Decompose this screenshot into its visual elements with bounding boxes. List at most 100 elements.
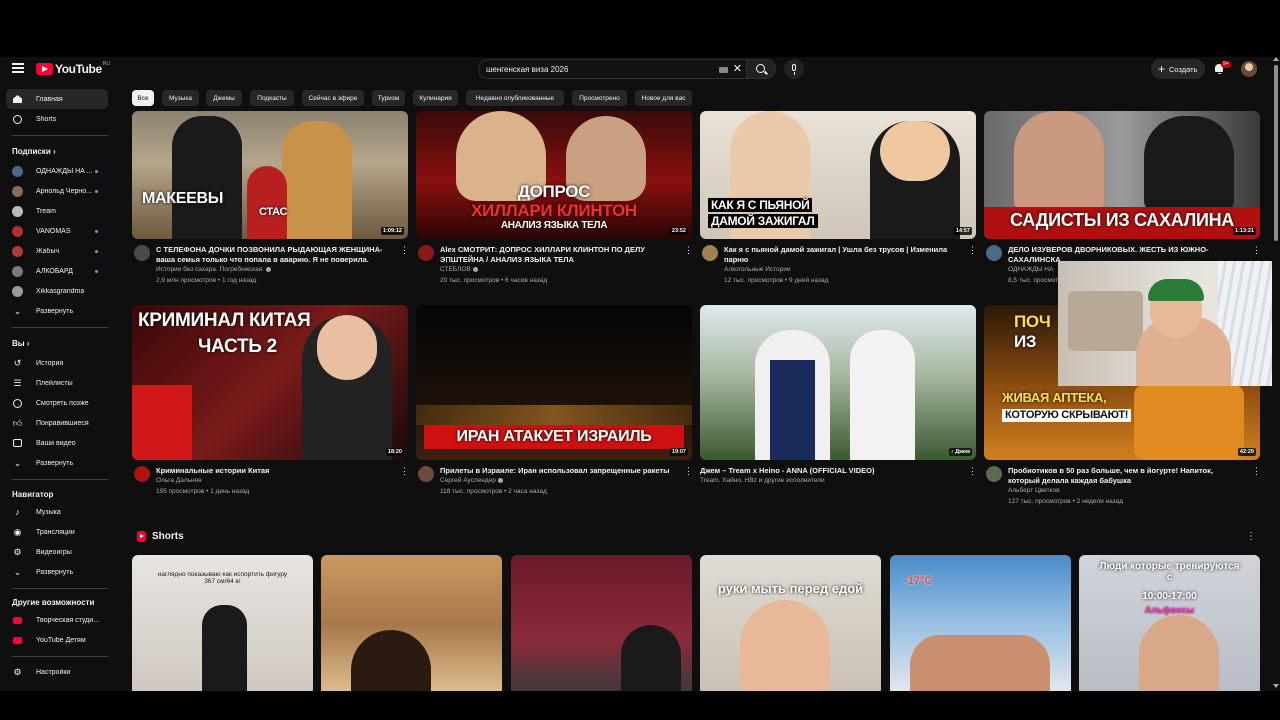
create-button[interactable]: + Создать: [1151, 59, 1205, 79]
sidebar-expand-you[interactable]: ⌄ Развернуть: [6, 453, 108, 473]
video-title[interactable]: Прилеты в Израиле: Иран использовал запр…: [440, 466, 676, 476]
chip-live[interactable]: Сейчас в эфире: [302, 90, 364, 106]
video-thumbnail[interactable]: ИРАН АТАКУЕТ ИЗРАИЛЬ 19:07: [416, 305, 692, 460]
sidebar-item-liked[interactable]: 👍︎ Понравившиеся: [6, 413, 108, 433]
sidebar-expand-subscriptions[interactable]: ⌄ Развернуть: [6, 301, 108, 321]
video-thumbnail[interactable]: КАК Я С ПЬЯНОЙ ДАМОЙ ЗАЖИГАЛ 14:57: [700, 111, 976, 239]
more-options-icon[interactable]: ⋮: [684, 466, 693, 478]
chip-watched[interactable]: Просмотрено: [572, 90, 627, 106]
video-title[interactable]: Как я с пьяной дамой зажигал | Ушла без …: [724, 245, 960, 265]
menu-icon[interactable]: [12, 63, 24, 73]
video-thumbnail[interactable]: МАКЕЕВЫ СТАС 1:09:12: [132, 111, 408, 239]
channel-name[interactable]: ОДНАЖДЫ НА: [1008, 266, 1053, 273]
sidebar-expand-navigator[interactable]: ⌄ Развернуть: [6, 562, 108, 582]
chip-tourism[interactable]: Туризм: [372, 90, 405, 106]
thumbnail-text: САДИСТЫ ИЗ САХАЛИНА: [1009, 210, 1234, 230]
sidebar-subscription[interactable]: АЛКОБАРД: [6, 261, 108, 281]
more-options-icon[interactable]: ⋮: [968, 245, 977, 257]
video-title[interactable]: Криминальные истории Китая: [156, 466, 392, 476]
chip-podcasts[interactable]: Подкасты: [250, 90, 294, 106]
you-heading[interactable]: Вы ›: [12, 339, 30, 348]
sidebar-item-watch-later[interactable]: Смотреть позже: [6, 393, 108, 413]
channel-name[interactable]: Сергей Ауслендер: [440, 477, 503, 484]
chip-music[interactable]: Музыка: [162, 90, 199, 106]
short-card[interactable]: -17°C: [890, 555, 1071, 691]
new-content-dot: [95, 169, 98, 173]
sidebar-item-playlists[interactable]: ☰ Плейлисты: [6, 373, 108, 393]
video-title[interactable]: С ТЕЛЕФОНА ДОЧКИ ПОЗВОНИЛА РЫДАЮЩАЯ ЖЕНЩ…: [156, 245, 392, 265]
sidebar-subscription[interactable]: Арнольд Черно...: [6, 181, 108, 201]
sidebar-item-shorts[interactable]: Shorts: [6, 109, 108, 129]
sidebar-item-live[interactable]: ◉ Трансляции: [6, 522, 108, 542]
channel-avatar[interactable]: [134, 245, 150, 261]
more-options-icon[interactable]: ⋮: [1246, 531, 1256, 542]
clear-icon[interactable]: ✕: [733, 63, 742, 75]
chip-jams[interactable]: Джемы: [206, 90, 242, 106]
chip-recently-uploaded[interactable]: Недавно опубликованные: [466, 90, 564, 106]
masthead: YouTube RU ✕ + Создать 9+: [0, 57, 1280, 81]
more-options-icon[interactable]: ⋮: [1252, 245, 1261, 257]
mic-icon-stand: [793, 72, 795, 75]
page-scrollbar[interactable]: [1272, 57, 1280, 691]
chip-new-to-you[interactable]: Новое для вас: [635, 90, 692, 106]
keyboard-icon[interactable]: [719, 67, 728, 73]
channel-name[interactable]: СТЕБЛОВ: [440, 266, 478, 273]
search-button[interactable]: [746, 59, 776, 79]
video-thumbnail[interactable]: КРИМИНАЛ КИТАЯ ЧАСТЬ 2 18:20: [132, 305, 408, 460]
channel-name[interactable]: Альберт Цветков: [1008, 487, 1060, 494]
short-card[interactable]: наглядно показываю как испортить фигуру …: [132, 555, 313, 691]
channel-avatar[interactable]: [134, 466, 150, 482]
channel-avatar[interactable]: [418, 245, 434, 261]
short-card[interactable]: [511, 555, 692, 691]
sidebar-item-settings[interactable]: ⚙ Настройки: [6, 662, 108, 682]
sidebar-item-kids[interactable]: YouTube Детям: [6, 630, 108, 650]
sidebar-subscription[interactable]: Xikkasgrandma: [6, 281, 108, 301]
sidebar-subscription[interactable]: Tream: [6, 201, 108, 221]
more-options-icon[interactable]: ⋮: [1252, 466, 1261, 478]
search-input[interactable]: [486, 64, 706, 74]
account-avatar[interactable]: [1241, 61, 1257, 77]
more-options-icon[interactable]: ⋮: [400, 245, 409, 257]
subscriptions-heading[interactable]: Подписки ›: [12, 147, 56, 156]
scroll-up-icon[interactable]: [1273, 57, 1279, 61]
video-thumbnail[interactable]: ♪ Джем: [700, 305, 976, 460]
voice-search-button[interactable]: [784, 59, 804, 79]
channel-name[interactable]: Алкогольные Истории: [724, 266, 791, 273]
sidebar-item-music[interactable]: ♪ Музыка: [6, 502, 108, 522]
sidebar-item-your-videos[interactable]: Ваши видео: [6, 433, 108, 453]
chevron-right-icon: ›: [52, 147, 56, 156]
channel-avatar[interactable]: [986, 245, 1002, 261]
video-title[interactable]: Джем – Tream x Heino - ANNA (OFFICIAL VI…: [700, 466, 936, 476]
channel-name[interactable]: Tream, Хайно, HBz и другие исполнители: [700, 477, 825, 484]
chip-all[interactable]: Все: [132, 90, 154, 106]
youtube-logo[interactable]: YouTube RU: [36, 61, 110, 76]
sidebar-item-studio[interactable]: Творческая студи...: [6, 610, 108, 630]
sidebar-item-history[interactable]: ↺ История: [6, 353, 108, 373]
video-thumbnail[interactable]: САДИСТЫ ИЗ САХАЛИНА 1:13:21: [984, 111, 1260, 239]
sidebar-item-gaming[interactable]: ⚙ Видеоигры: [6, 542, 108, 562]
channel-avatar[interactable]: [418, 466, 434, 482]
channel-name[interactable]: Ольга Дальняя: [156, 477, 202, 484]
more-options-icon[interactable]: ⋮: [400, 466, 409, 478]
scroll-down-icon[interactable]: [1273, 684, 1279, 688]
thumbnail-text: ИРАН АТАКУЕТ ИЗРАИЛЬ: [456, 428, 652, 445]
sidebar-subscription[interactable]: ОДНАЖДЫ НА ...: [6, 161, 108, 181]
short-caption: -17°C: [904, 575, 933, 587]
sidebar-subscription[interactable]: VANOMAS: [6, 221, 108, 241]
short-card[interactable]: Люди которые тренируются с 10:00-17:00 А…: [1079, 555, 1260, 691]
sidebar-item-home[interactable]: Главная: [6, 89, 108, 109]
more-options-icon[interactable]: ⋮: [968, 466, 977, 478]
short-card[interactable]: [321, 555, 502, 691]
more-options-icon[interactable]: ⋮: [684, 245, 693, 257]
chip-cooking[interactable]: Кулинария: [413, 90, 458, 106]
channel-avatar[interactable]: [986, 466, 1002, 482]
sidebar-subscription[interactable]: Жабыч: [6, 241, 108, 261]
channel-name[interactable]: Истории без сахара. Погребижская.: [156, 266, 272, 273]
video-thumbnail[interactable]: ДОПРОС ХИЛЛАРИ КЛИНТОН АНАЛИЗ ЯЗЫКА ТЕЛА…: [416, 111, 692, 239]
shorts-section-header: Shorts: [137, 531, 184, 542]
video-title[interactable]: Alex СМОТРИТ: ДОПРОС ХИЛЛАРИ КЛИНТОН ПО …: [440, 245, 676, 265]
short-card[interactable]: руки мыть перед едой: [700, 555, 881, 691]
video-title[interactable]: Пробиотиков в 50 раз больше, чем в йогур…: [1008, 466, 1244, 486]
scrollbar-thumb[interactable]: [1274, 65, 1278, 241]
channel-avatar[interactable]: [702, 245, 718, 261]
